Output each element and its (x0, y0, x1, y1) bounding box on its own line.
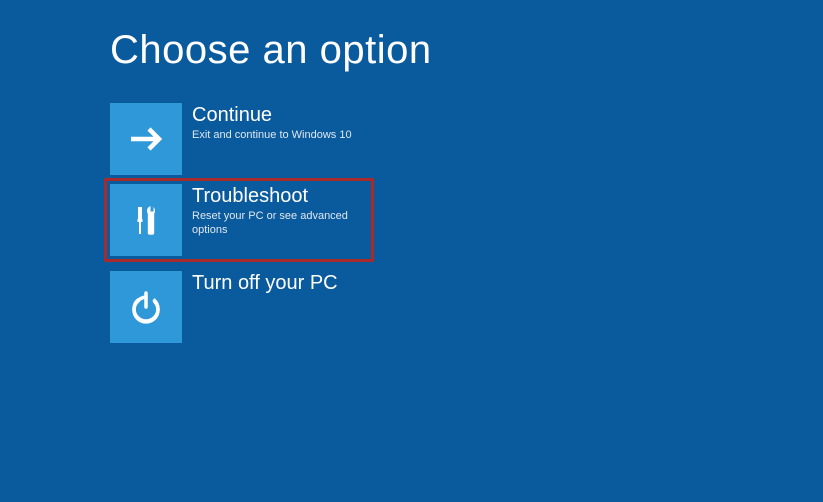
troubleshoot-option[interactable]: Troubleshoot Reset your PC or see advanc… (104, 178, 374, 262)
page-title: Choose an option (110, 28, 823, 73)
continue-option[interactable]: Continue Exit and continue to Windows 10 (110, 103, 368, 175)
option-list: Continue Exit and continue to Windows 10… (110, 103, 823, 343)
continue-text: Continue Exit and continue to Windows 10 (182, 103, 352, 142)
continue-title: Continue (192, 103, 352, 127)
continue-desc: Exit and continue to Windows 10 (192, 128, 352, 142)
power-icon (110, 271, 182, 343)
turnoff-text: Turn off your PC (182, 271, 338, 296)
arrow-right-icon (110, 103, 182, 175)
troubleshoot-title: Troubleshoot (192, 184, 368, 208)
turnoff-title: Turn off your PC (192, 271, 338, 295)
troubleshoot-text: Troubleshoot Reset your PC or see advanc… (182, 184, 368, 238)
tools-icon (110, 184, 182, 256)
turnoff-option[interactable]: Turn off your PC (110, 271, 368, 343)
troubleshoot-desc: Reset your PC or see advanced options (192, 209, 368, 238)
